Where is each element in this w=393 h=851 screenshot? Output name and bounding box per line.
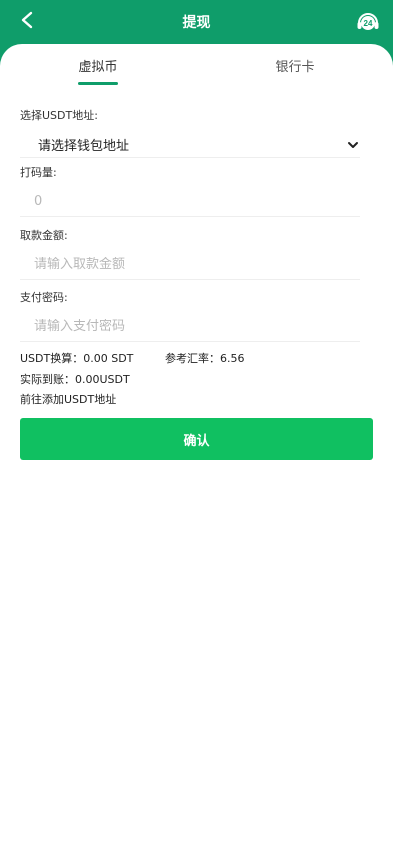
amount-label: 取款金额: (20, 229, 68, 242)
wager-field (20, 187, 360, 217)
content-sheet: 虚拟币 银行卡 选择USDT地址: 请选择钱包地址 打码量: 取款金额: 支付密… (0, 44, 393, 851)
usdt-address-select[interactable]: 请选择钱包地址 (20, 132, 360, 158)
tab-bank-card[interactable]: 银行卡 (235, 56, 355, 75)
wager-label: 打码量: (20, 166, 57, 179)
usdt-address-value: 请选择钱包地址 (38, 139, 130, 154)
amount-input[interactable] (20, 257, 360, 272)
actual-received-text: 实际到账：0.00USDT (20, 373, 130, 386)
customer-support-button[interactable]: 24 (355, 9, 381, 35)
chevron-down-icon (346, 138, 360, 152)
password-label: 支付密码: (20, 291, 68, 304)
page-title: 提现 (182, 15, 211, 31)
exchange-rate-text: 参考汇率：6.56 (165, 352, 245, 365)
amount-field[interactable] (20, 250, 360, 280)
top-bar: 提现 24 (0, 0, 393, 44)
usdt-conversion-text: USDT换算：0.00 SDT (20, 352, 134, 365)
password-input[interactable] (20, 319, 360, 334)
active-tab-indicator (78, 82, 118, 85)
tab-virtual-currency[interactable]: 虚拟币 (38, 56, 158, 75)
wager-input (20, 194, 360, 209)
usdt-address-label: 选择USDT地址: (20, 109, 98, 122)
headset-24-icon: 24 (355, 13, 381, 39)
confirm-button[interactable]: 确认 (20, 418, 373, 460)
password-field[interactable] (20, 312, 360, 342)
tab-bar: 虚拟币 银行卡 (0, 44, 393, 86)
add-usdt-address-link[interactable]: 前往添加USDT地址 (20, 391, 116, 407)
support-badge-text: 24 (364, 19, 373, 28)
